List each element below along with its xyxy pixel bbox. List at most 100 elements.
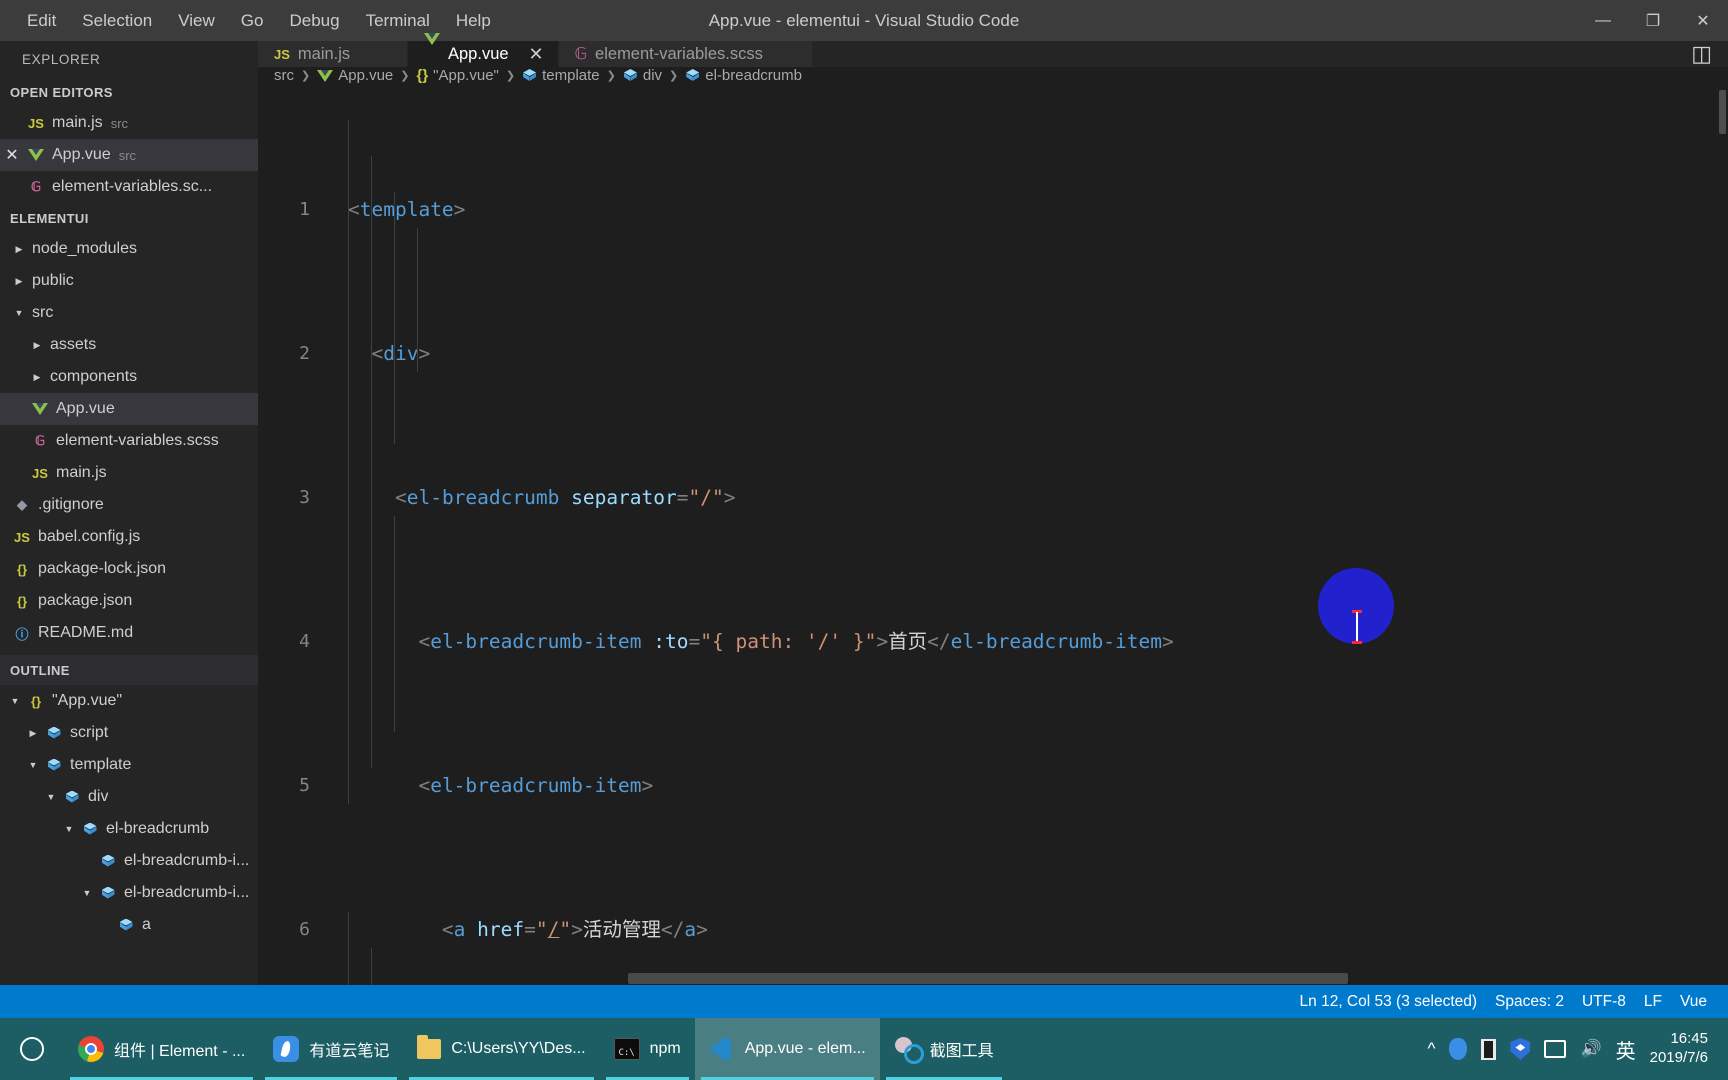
open-editors-header[interactable]: OPEN EDITORS [0, 77, 258, 107]
chevron-down-icon[interactable]: ▼ [10, 308, 28, 318]
tree-item-public[interactable]: ▶ public [0, 265, 258, 297]
tree-item-babel-config[interactable]: JS babel.config.js [0, 521, 258, 553]
menu-selection[interactable]: Selection [69, 7, 165, 35]
chevron-right-icon[interactable]: ▶ [28, 340, 46, 351]
menu-terminal[interactable]: Terminal [353, 7, 443, 35]
tab-main-js[interactable]: JS main.js ✕ [258, 41, 408, 67]
status-indentation[interactable]: Spaces: 2 [1486, 985, 1573, 1018]
outline-item-label: el-breadcrumb [106, 820, 210, 837]
breadcrumb-label: template [542, 67, 600, 84]
tree-item-gitignore[interactable]: ◆ .gitignore [0, 489, 258, 521]
outline-item-template[interactable]: ▼ template [0, 749, 258, 781]
cube-icon [685, 68, 700, 83]
breadcrumb-el-breadcrumb[interactable]: el-breadcrumb [685, 67, 802, 84]
clock[interactable]: 16:45 2019/7/6 [1650, 1030, 1714, 1068]
breadcrumb-app-vue[interactable]: App.vue [317, 67, 393, 84]
split-editor-icon[interactable]: ◫ [1691, 41, 1712, 67]
breadcrumb-label: el-breadcrumb [705, 67, 802, 84]
chevron-down-icon[interactable]: ▼ [24, 760, 42, 770]
outline-item-app-vue[interactable]: ▼ {} "App.vue" [0, 685, 258, 717]
code-editor[interactable]: 1 <template> 2 <div> 3 <el-breadcrumb sep… [258, 84, 1728, 985]
menu-edit[interactable]: Edit [14, 7, 69, 35]
tree-item-label: App.vue [56, 400, 115, 417]
minimap[interactable] [1716, 84, 1728, 985]
outline-item-div[interactable]: ▼ div [0, 781, 258, 813]
menu-view[interactable]: View [165, 7, 228, 35]
indent-guide [417, 228, 418, 372]
volume-icon[interactable]: 🔊 [1580, 1039, 1601, 1059]
close-icon[interactable]: ✕ [529, 44, 544, 65]
taskbar-item-vscode[interactable]: App.vue - elem... [694, 1018, 880, 1080]
outline-item-script[interactable]: ▶ script [0, 717, 258, 749]
taskbar-item-snipping-tool[interactable]: 截图工具 [880, 1018, 1008, 1080]
json-icon: {} [16, 561, 28, 577]
menu-go[interactable]: Go [228, 7, 277, 35]
taskbar-label: npm [649, 1040, 681, 1057]
tree-item-label: babel.config.js [38, 528, 141, 545]
scrollbar-thumb[interactable] [628, 973, 1348, 984]
shield-icon[interactable] [1510, 1038, 1531, 1060]
cmd-icon: C:\ [613, 1038, 640, 1060]
breadcrumb-template[interactable]: template [522, 67, 600, 84]
minimize-icon[interactable]: — [1578, 0, 1628, 41]
outline-header[interactable]: OUTLINE [0, 655, 258, 685]
breadcrumb-div[interactable]: div [623, 67, 662, 84]
status-eol[interactable]: LF [1635, 985, 1671, 1018]
taskbar-item-npm[interactable]: C:\ npm [600, 1018, 695, 1080]
chevron-right-icon: ❯ [505, 70, 516, 82]
outline-item-el-breadcrumb[interactable]: ▼ el-breadcrumb [0, 813, 258, 845]
tab-app-vue[interactable]: App.vue ✕ [408, 32, 559, 67]
tree-item-main-js[interactable]: JS main.js [0, 457, 258, 489]
close-icon[interactable]: ✕ [0, 145, 24, 165]
js-icon: JS [14, 529, 30, 545]
scrollbar-thumb[interactable] [1719, 90, 1726, 134]
blue-drop-icon[interactable] [1449, 1038, 1468, 1060]
tree-item-src[interactable]: ▼ src [0, 297, 258, 329]
chevron-down-icon[interactable]: ▼ [6, 696, 24, 706]
monitor-icon[interactable] [1544, 1040, 1567, 1058]
chevron-down-icon[interactable]: ▼ [78, 888, 96, 898]
status-cursor-position[interactable]: Ln 12, Col 53 (3 selected) [1291, 985, 1487, 1018]
chevron-right-icon[interactable]: ▶ [10, 276, 28, 287]
film-icon[interactable] [1481, 1038, 1497, 1060]
tab-element-variables-scss[interactable]: 𝔾 element-variables.scss ✕ [558, 41, 813, 67]
tree-item-node-modules[interactable]: ▶ node_modules [0, 233, 258, 265]
ime-language-indicator[interactable]: 英 [1616, 1035, 1636, 1064]
open-editor-element-variables[interactable]: 𝔾 element-variables.sc... [0, 171, 258, 203]
chevron-down-icon[interactable]: ▼ [60, 824, 78, 834]
tree-item-components[interactable]: ▶ components [0, 361, 258, 393]
taskbar-item-youdao[interactable]: 有道云笔记 [259, 1018, 403, 1080]
menu-help[interactable]: Help [443, 7, 504, 35]
project-header[interactable]: ELEMENTUI [0, 203, 258, 233]
code-lines[interactable]: 1 <template> 2 <div> 3 <el-breadcrumb sep… [258, 84, 1728, 985]
outline-item-el-breadcrumb-item-2[interactable]: ▼ el-breadcrumb-i... [0, 877, 258, 909]
horizontal-scrollbar[interactable] [628, 973, 1348, 985]
tree-item-app-vue[interactable]: App.vue [0, 393, 258, 425]
tree-item-package-json[interactable]: {} package.json [0, 585, 258, 617]
tree-item-element-variables-scss[interactable]: 𝔾 element-variables.scss [0, 425, 258, 457]
close-icon[interactable]: ✕ [1678, 0, 1728, 41]
chevron-up-icon[interactable]: ^ [1427, 1039, 1435, 1059]
code-line: 1 <template> [258, 192, 1728, 228]
tree-item-readme[interactable]: ⓘ README.md [0, 617, 258, 649]
outline-item-a[interactable]: a [0, 909, 258, 941]
tree-item-assets[interactable]: ▶ assets [0, 329, 258, 361]
chevron-down-icon[interactable]: ▼ [42, 792, 60, 802]
taskbar-item-explorer[interactable]: C:\Users\YY\Des... [403, 1018, 599, 1080]
taskbar-item-chrome[interactable]: 组件 | Element - ... [64, 1018, 259, 1080]
open-editor-main-js[interactable]: JS main.js src [0, 107, 258, 139]
chevron-right-icon[interactable]: ▶ [24, 728, 42, 739]
menu-debug[interactable]: Debug [276, 7, 352, 35]
tree-item-package-lock[interactable]: {} package-lock.json [0, 553, 258, 585]
chevron-right-icon[interactable]: ▶ [10, 244, 28, 255]
status-right: Ln 12, Col 53 (3 selected) Spaces: 2 UTF… [1291, 985, 1728, 1018]
maximize-icon[interactable]: ❐ [1628, 0, 1678, 41]
outline-item-el-breadcrumb-item-1[interactable]: el-breadcrumb-i... [0, 845, 258, 877]
status-encoding[interactable]: UTF-8 [1573, 985, 1635, 1018]
chevron-right-icon[interactable]: ▶ [28, 372, 46, 383]
start-button[interactable] [0, 1037, 64, 1061]
breadcrumb-app-vue-symbol[interactable]: {} "App.vue" [416, 67, 498, 84]
status-language-mode[interactable]: Vue [1671, 985, 1716, 1018]
breadcrumb-src[interactable]: src [274, 67, 294, 84]
open-editor-app-vue[interactable]: ✕ App.vue src [0, 139, 258, 171]
